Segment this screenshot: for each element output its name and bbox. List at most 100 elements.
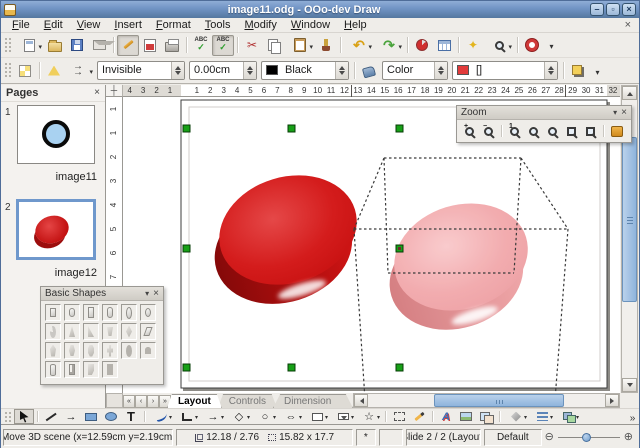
shape-rounded-rectangle[interactable] [64,304,80,321]
shape-hexagon[interactable] [64,342,80,359]
fill-color-spinner[interactable] [544,62,557,79]
new-document-button[interactable] [14,35,44,56]
ruler-origin-button[interactable]: ┼ [106,85,123,97]
area-dialog-button[interactable] [358,60,380,81]
close-button[interactable]: × [622,3,636,16]
line-style-combobox[interactable]: Invisible [97,61,185,80]
zoom-in-slider-icon[interactable]: ⊕ [624,432,633,443]
extrusion-button[interactable] [503,409,529,424]
horizontal-ruler[interactable]: 4321123456789101112131415161718192021222… [123,85,620,97]
palette-dropdown-icon[interactable]: ▾ [609,108,621,117]
line-width-spinner[interactable] [243,62,256,79]
arrow-style-button[interactable] [65,60,95,81]
shape-ellipse[interactable] [140,304,156,321]
shape-frame[interactable] [102,361,118,378]
shadow-button[interactable] [567,60,589,81]
text-tool-button[interactable]: T [121,409,141,424]
horizontal-scrollbar[interactable] [353,393,620,408]
drawbar-overflow-button[interactable]: » [626,408,639,426]
shape-cube[interactable] [64,361,80,378]
undo-button[interactable]: ↶ [344,35,374,56]
export-pdf-button[interactable] [139,35,161,56]
shape-octagon[interactable] [83,342,99,359]
shape-diamond[interactable] [121,323,137,340]
print-button[interactable] [161,35,183,56]
zoom-palette-close-icon[interactable]: × [621,107,627,118]
cut-button[interactable]: ✂ [241,35,263,56]
scroll-left-button[interactable] [354,394,368,407]
fill-type-spinner[interactable] [434,62,447,79]
glue-points-button[interactable] [409,409,429,424]
insert-picture-button[interactable] [456,409,476,424]
menu-item[interactable]: Help [337,18,374,32]
spellcheck-button[interactable]: ABC [190,35,212,56]
maximize-button[interactable]: ▫ [606,3,620,16]
select-tool-button[interactable] [14,409,34,424]
scroll-right-button[interactable] [605,394,619,407]
zoom-page-width-button[interactable] [581,122,600,140]
fill-type-combobox[interactable]: Color [382,61,448,80]
arrow-tool-button[interactable]: → [61,409,81,424]
tab-controls[interactable]: Controls [218,394,277,408]
alignment-button[interactable] [529,409,555,424]
line-dialog-button[interactable] [43,60,65,81]
redo-button[interactable]: ↷ [374,35,404,56]
status-page-style[interactable]: Default [484,429,542,446]
ellipse-tool-button[interactable] [101,409,121,424]
zoom-button[interactable] [484,35,514,56]
shape-block-arc[interactable] [140,342,156,359]
basic-shapes-button[interactable]: ◇ [226,409,252,424]
save-button[interactable] [66,35,88,56]
edit-file-button[interactable] [117,35,139,56]
insert-chart-button[interactable] [411,35,433,56]
fill-color-combobox[interactable]: [] [452,61,558,80]
line-tool-button[interactable] [41,409,61,424]
horizontal-scrollbar-thumb[interactable] [434,394,564,407]
zoom-previous-button[interactable] [524,122,543,140]
paste-button[interactable] [285,35,315,56]
shape-rounded-square[interactable] [102,304,118,321]
callouts-button[interactable] [330,409,356,424]
shapes-palette-titlebar[interactable]: Basic Shapes ▾ × [41,287,163,301]
shape-trapezoid[interactable] [102,323,118,340]
shape-circle-pie[interactable] [45,323,61,340]
menu-item[interactable]: Tools [198,18,238,32]
shapes-palette-close-icon[interactable]: × [153,288,159,299]
shape-ring[interactable] [121,342,137,359]
vertical-scrollbar-thumb[interactable] [622,137,637,302]
shape-circle[interactable] [121,304,137,321]
zoom-next-button[interactable] [543,122,562,140]
zoom-shift-button[interactable] [607,122,626,140]
scroll-up-button[interactable] [622,86,637,100]
shape-pentagon[interactable] [45,342,61,359]
menu-item[interactable]: Insert [107,18,149,32]
rectangle-tool-button[interactable] [81,409,101,424]
pages-panel-close-icon[interactable]: × [94,87,100,99]
line-color-combobox[interactable]: Black [261,61,349,80]
line-color-spinner[interactable] [335,62,348,79]
edit-points-button[interactable] [389,409,409,424]
previous-layer-button[interactable]: ‹ [135,395,147,408]
zoom-100-button[interactable]: 1 [505,122,524,140]
shape-right-triangle[interactable] [83,323,99,340]
shape-isosceles-triangle[interactable] [64,323,80,340]
menu-item[interactable]: Window [284,18,337,32]
gallery-button[interactable] [476,409,496,424]
menu-item[interactable]: Edit [37,18,70,32]
styles-button[interactable] [14,60,36,81]
menu-item[interactable]: Format [149,18,198,32]
shape-folded-corner[interactable] [83,361,99,378]
menu-item[interactable]: Modify [237,18,283,32]
open-button[interactable] [44,35,66,56]
symbol-shapes-button[interactable]: ○ [252,409,278,424]
zoom-palette-titlebar[interactable]: Zoom ▾ × [457,106,631,120]
zoom-in-button[interactable]: + [460,122,479,140]
navigator-button[interactable]: ✦ [462,35,484,56]
tab-dimension-lines[interactable]: Dimension Lines [273,394,353,408]
toolbar-overflow-button[interactable]: ▾ [591,62,604,80]
scroll-down-button[interactable] [622,378,637,392]
menu-item[interactable]: File [5,18,37,32]
toolbar-overflow-button[interactable]: ▾ [545,36,558,54]
toolbar-grip[interactable] [4,37,11,54]
toolbar-grip[interactable] [4,62,11,80]
